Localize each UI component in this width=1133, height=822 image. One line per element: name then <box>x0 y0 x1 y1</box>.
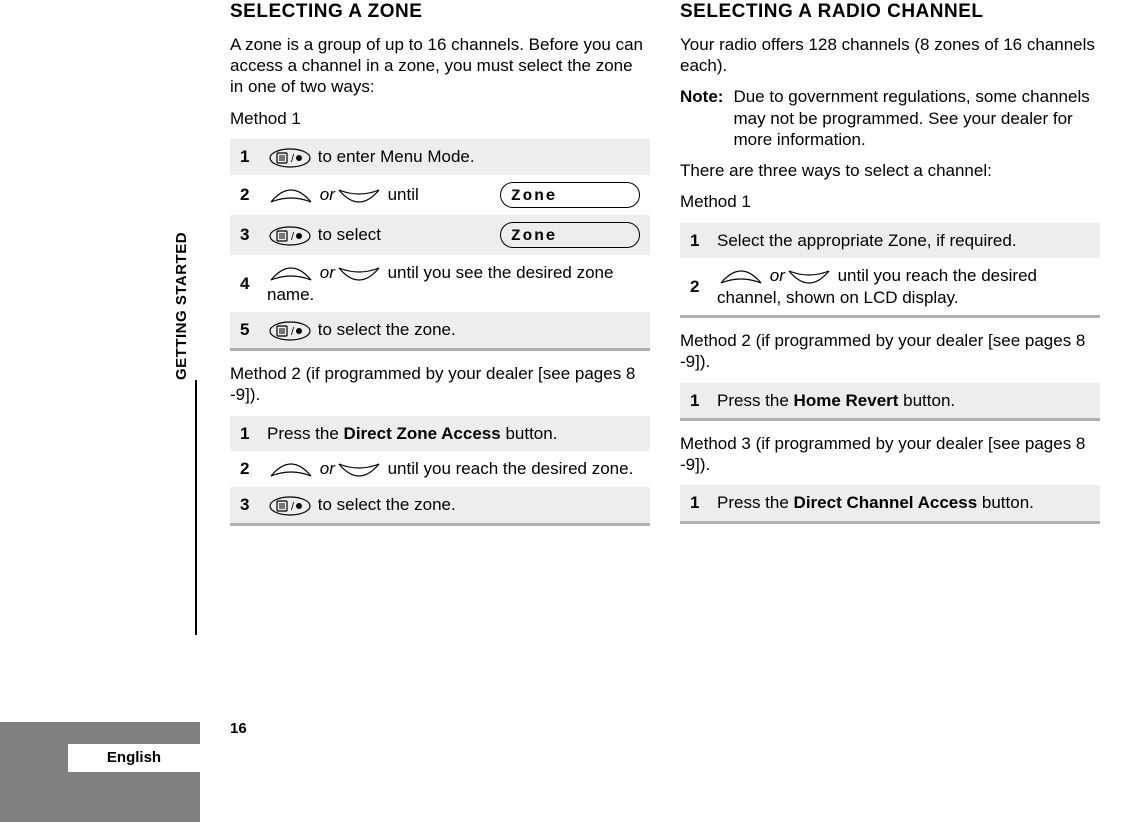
left-column: SELECTING A ZONE A zone is a group of up… <box>230 0 650 538</box>
zone-m1-step1: 1 to enter Menu Mode. <box>230 139 650 175</box>
zone-m1-step2: 2 or until Zone <box>230 175 650 215</box>
tab-panel: English <box>0 722 200 822</box>
chan-m1-step2: 2 or until you reach the desired channel… <box>680 258 1100 315</box>
chan-m3-step1: 1 Press the Direct Channel Access button… <box>680 485 1100 520</box>
down-key-icon <box>787 267 831 287</box>
note-label: Note: <box>680 86 723 150</box>
up-key-icon <box>719 267 763 287</box>
menu-key-icon <box>269 226 311 246</box>
heading-selecting-zone: SELECTING A ZONE <box>230 0 650 24</box>
zone-method1-label: Method 1 <box>230 108 650 129</box>
lcd-pill: Zone <box>500 182 640 208</box>
zone-m2-step1: 1 Press the Direct Zone Access button. <box>230 416 650 451</box>
heading-selecting-channel: SELECTING A RADIO CHANNEL <box>680 0 1100 24</box>
menu-key-icon <box>269 496 311 516</box>
note-block: Note: Due to government regulations, som… <box>680 86 1100 150</box>
chan-m2-step1: 1 Press the Home Revert button. <box>680 383 1100 418</box>
document-page: English GETTING STARTED SELECTING A ZONE… <box>0 0 1133 822</box>
down-key-icon <box>337 264 381 284</box>
up-key-icon <box>269 460 313 480</box>
content-area: SELECTING A ZONE A zone is a group of up… <box>230 0 1100 538</box>
zone-m1-step3: 3 to select Zone <box>230 215 650 255</box>
language-tab: English <box>68 744 200 772</box>
right-column: SELECTING A RADIO CHANNEL Your radio off… <box>680 0 1100 538</box>
channel-method2-label: Method 2 (if programmed by your dealer [… <box>680 330 1100 373</box>
up-key-icon <box>269 186 313 206</box>
zone-method2-label: Method 2 (if programmed by your dealer [… <box>230 363 650 406</box>
page-number: 16 <box>230 720 247 737</box>
note-text: Due to government regulations, some chan… <box>733 86 1100 150</box>
table-divider <box>680 418 1100 421</box>
section-side-label: GETTING STARTED <box>173 232 190 380</box>
menu-key-icon <box>269 148 311 168</box>
channel-intro: Your radio offers 128 channels (8 zones … <box>680 34 1100 77</box>
menu-key-icon <box>269 321 311 341</box>
up-key-icon <box>269 264 313 284</box>
table-divider <box>230 523 650 526</box>
chan-m1-step1: 1 Select the appropriate Zone, if requir… <box>680 223 1100 258</box>
channel-method3-label: Method 3 (if programmed by your dealer [… <box>680 433 1100 476</box>
table-divider <box>680 315 1100 318</box>
zone-m1-step5: 5 to select the zone. <box>230 312 650 348</box>
ways-intro: There are three ways to select a channel… <box>680 160 1100 181</box>
lcd-pill: Zone <box>500 222 640 248</box>
table-divider <box>680 521 1100 524</box>
zone-intro: A zone is a group of up to 16 channels. … <box>230 34 650 98</box>
channel-method1-label: Method 1 <box>680 191 1100 212</box>
zone-m1-step4: 4 or until you see the desired zone name… <box>230 255 650 312</box>
table-divider <box>230 348 650 351</box>
zone-m2-step2: 2 or until you reach the desired zone. <box>230 451 650 487</box>
down-key-icon <box>337 186 381 206</box>
zone-m2-step3: 3 to select the zone. <box>230 487 650 523</box>
down-key-icon <box>337 460 381 480</box>
